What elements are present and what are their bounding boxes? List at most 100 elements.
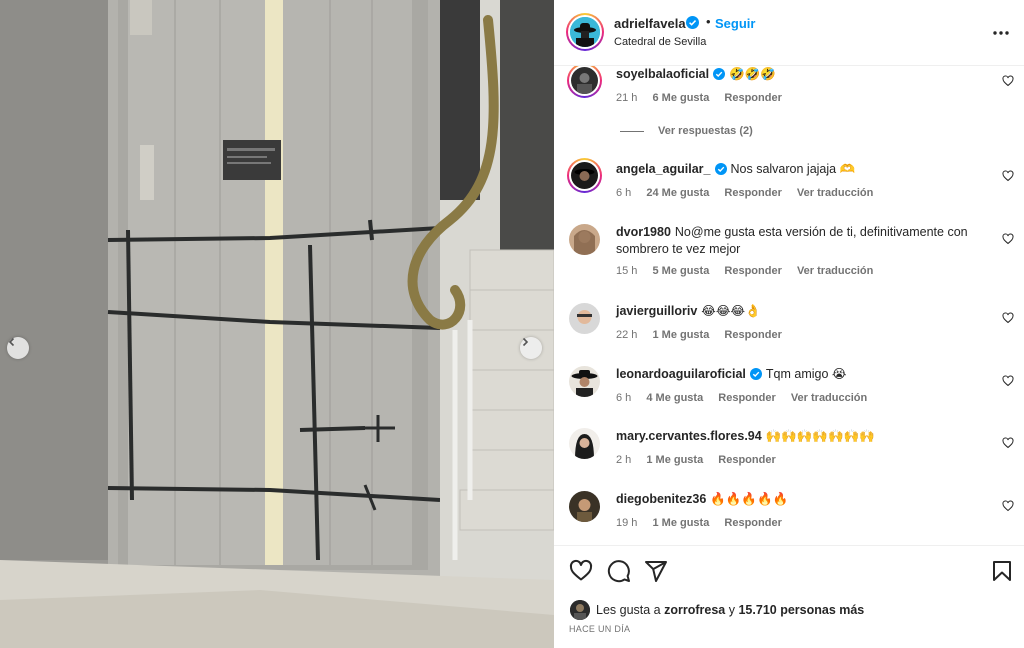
follow-button[interactable]: Seguir — [715, 16, 755, 31]
comment-meta: 15 h 5 Me gusta Responder Ver traducción — [616, 265, 885, 277]
commenter-avatar-image — [569, 428, 600, 459]
comment-time: 6 h — [616, 187, 632, 199]
commenter-avatar[interactable] — [567, 66, 602, 98]
likes-summary[interactable]: Les gusta a zorrofresa y 15.710 personas… — [570, 600, 864, 620]
comment-likes[interactable]: 5 Me gusta — [652, 265, 709, 277]
comment-username[interactable]: diegobenitez36 — [616, 492, 706, 506]
post-header: adrielfavela • Seguir Catedral de Sevill… — [554, 0, 1024, 66]
comment-time: 15 h — [616, 265, 638, 277]
chevron-right-icon — [522, 337, 529, 347]
post-location[interactable]: Catedral de Sevilla — [614, 36, 706, 48]
author-avatar[interactable] — [566, 13, 604, 51]
commenter-avatar-image — [569, 303, 600, 334]
heart-icon[interactable] — [1002, 75, 1014, 87]
likes-prefix: Les gusta a — [596, 603, 661, 617]
verified-badge-icon — [686, 16, 699, 29]
commenter-avatar-image — [569, 366, 600, 397]
see-translation-button[interactable]: Ver traducción — [797, 187, 873, 199]
commenter-avatar-image — [571, 162, 598, 189]
comment-meta: 6 h 24 Me gusta Responder Ver traducción — [616, 187, 885, 199]
reply-button[interactable]: Responder — [724, 329, 781, 341]
comment-meta: 19 h 1 Me gusta Responder — [616, 517, 794, 529]
heart-icon[interactable] — [569, 559, 593, 583]
author-username[interactable]: adrielfavela — [614, 16, 686, 31]
comment-text-line: dvor1980 No@me gusta esta versión de ti, … — [616, 224, 986, 258]
reply-button[interactable]: Responder — [718, 454, 775, 466]
comment-text-line: mary.cervantes.flores.94 🙌🙌🙌🙌🙌🙌🙌 — [616, 428, 986, 445]
comment-meta: 21 h 6 Me gusta Responder — [616, 92, 794, 104]
reply-button[interactable]: Responder — [724, 517, 781, 529]
comment-meta: 6 h 4 Me gusta Responder Ver traducción — [616, 392, 879, 404]
comment-icon[interactable] — [607, 559, 631, 583]
likes-connector: y — [728, 603, 735, 617]
see-translation-button[interactable]: Ver traducción — [791, 392, 867, 404]
heart-icon[interactable] — [1002, 233, 1014, 245]
commenter-avatar-image — [569, 224, 600, 255]
comment-text-line: diegobenitez36 🔥🔥🔥🔥🔥 — [616, 491, 986, 508]
commenter-avatar-image — [571, 67, 598, 94]
reply-button[interactable]: Responder — [724, 265, 781, 277]
commenter-avatar[interactable] — [569, 366, 600, 397]
heart-icon[interactable] — [1002, 437, 1014, 449]
reply-button[interactable]: Responder — [724, 92, 781, 104]
more-horizontal-icon[interactable] — [991, 23, 1011, 43]
comment-meta: 22 h 1 Me gusta Responder — [616, 329, 794, 341]
comment-username[interactable]: dvor1980 — [616, 225, 671, 239]
comment-text: Tqm amigo 😭 — [765, 367, 847, 381]
see-translation-button[interactable]: Ver traducción — [797, 265, 873, 277]
author-avatar-image — [570, 17, 600, 47]
comment-username[interactable]: javierguilloriv — [616, 304, 697, 318]
view-replies-label: Ver respuestas (2) — [658, 125, 753, 137]
commenter-avatar[interactable] — [569, 428, 600, 459]
liker-avatar-image — [570, 600, 590, 620]
send-icon[interactable] — [644, 559, 668, 583]
reply-button[interactable]: Responder — [724, 187, 781, 199]
comment-meta: 2 h 1 Me gusta Responder — [616, 454, 788, 466]
carousel-prev-button[interactable] — [7, 337, 29, 359]
bookmark-icon[interactable] — [990, 559, 1014, 583]
heart-icon[interactable] — [1002, 312, 1014, 324]
verified-badge-icon — [714, 163, 727, 175]
comment-username[interactable]: leonardoaguilaroficial — [616, 367, 746, 381]
comment-text-line: angela_aguilar_ Nos salvaron jajaja 🫶 — [616, 161, 986, 178]
commenter-avatar[interactable] — [569, 491, 600, 522]
photo-scene — [0, 0, 554, 648]
comment-time: 6 h — [616, 392, 632, 404]
post-side-panel: adrielfavela • Seguir Catedral de Sevill… — [554, 0, 1024, 648]
comment-likes[interactable]: 1 Me gusta — [646, 454, 703, 466]
comment-likes[interactable]: 1 Me gusta — [652, 517, 709, 529]
heart-icon[interactable] — [1002, 500, 1014, 512]
comment-time: 21 h — [616, 92, 638, 104]
comment-username[interactable]: soyelbalaoficial — [616, 67, 709, 81]
post-actions: Les gusta a zorrofresa y 15.710 personas… — [554, 545, 1024, 648]
comment-time: 19 h — [616, 517, 638, 529]
verified-badge-icon — [713, 68, 726, 80]
heart-icon[interactable] — [1002, 170, 1014, 182]
comments-list: soyelbalaoficial 🤣🤣🤣 21 h 6 Me gusta Resp… — [554, 66, 1024, 544]
reply-button[interactable]: Responder — [718, 392, 775, 404]
comment-username[interactable]: angela_aguilar_ — [616, 162, 711, 176]
liker-avatar — [570, 600, 590, 620]
commenter-avatar[interactable] — [569, 224, 600, 255]
commenter-avatar[interactable] — [567, 158, 602, 193]
comment-username[interactable]: mary.cervantes.flores.94 — [616, 429, 762, 443]
likes-friend[interactable]: zorrofresa — [664, 603, 725, 617]
comment-text: 🙌🙌🙌🙌🙌🙌🙌 — [765, 429, 875, 443]
heart-icon[interactable] — [1002, 375, 1014, 387]
comment-text: 😂😂😂👌 — [701, 304, 761, 318]
posted-time[interactable]: HACE UN DÍA — [569, 624, 630, 634]
comment-likes[interactable]: 6 Me gusta — [652, 92, 709, 104]
likes-count[interactable]: 15.710 personas más — [738, 603, 864, 617]
comment-likes[interactable]: 4 Me gusta — [646, 392, 703, 404]
comment-text: 🔥🔥🔥🔥🔥 — [710, 492, 789, 506]
commenter-avatar-image — [569, 491, 600, 522]
view-replies-button[interactable]: Ver respuestas (2) — [620, 125, 753, 137]
comment-text-line: leonardoaguilaroficial Tqm amigo 😭 — [616, 366, 986, 383]
carousel-next-button[interactable] — [520, 337, 542, 359]
comment-likes[interactable]: 24 Me gusta — [646, 187, 709, 199]
post-photo — [0, 0, 554, 648]
separator-dot: • — [706, 14, 711, 29]
verified-badge-icon — [749, 368, 762, 380]
commenter-avatar[interactable] — [569, 303, 600, 334]
comment-likes[interactable]: 1 Me gusta — [652, 329, 709, 341]
